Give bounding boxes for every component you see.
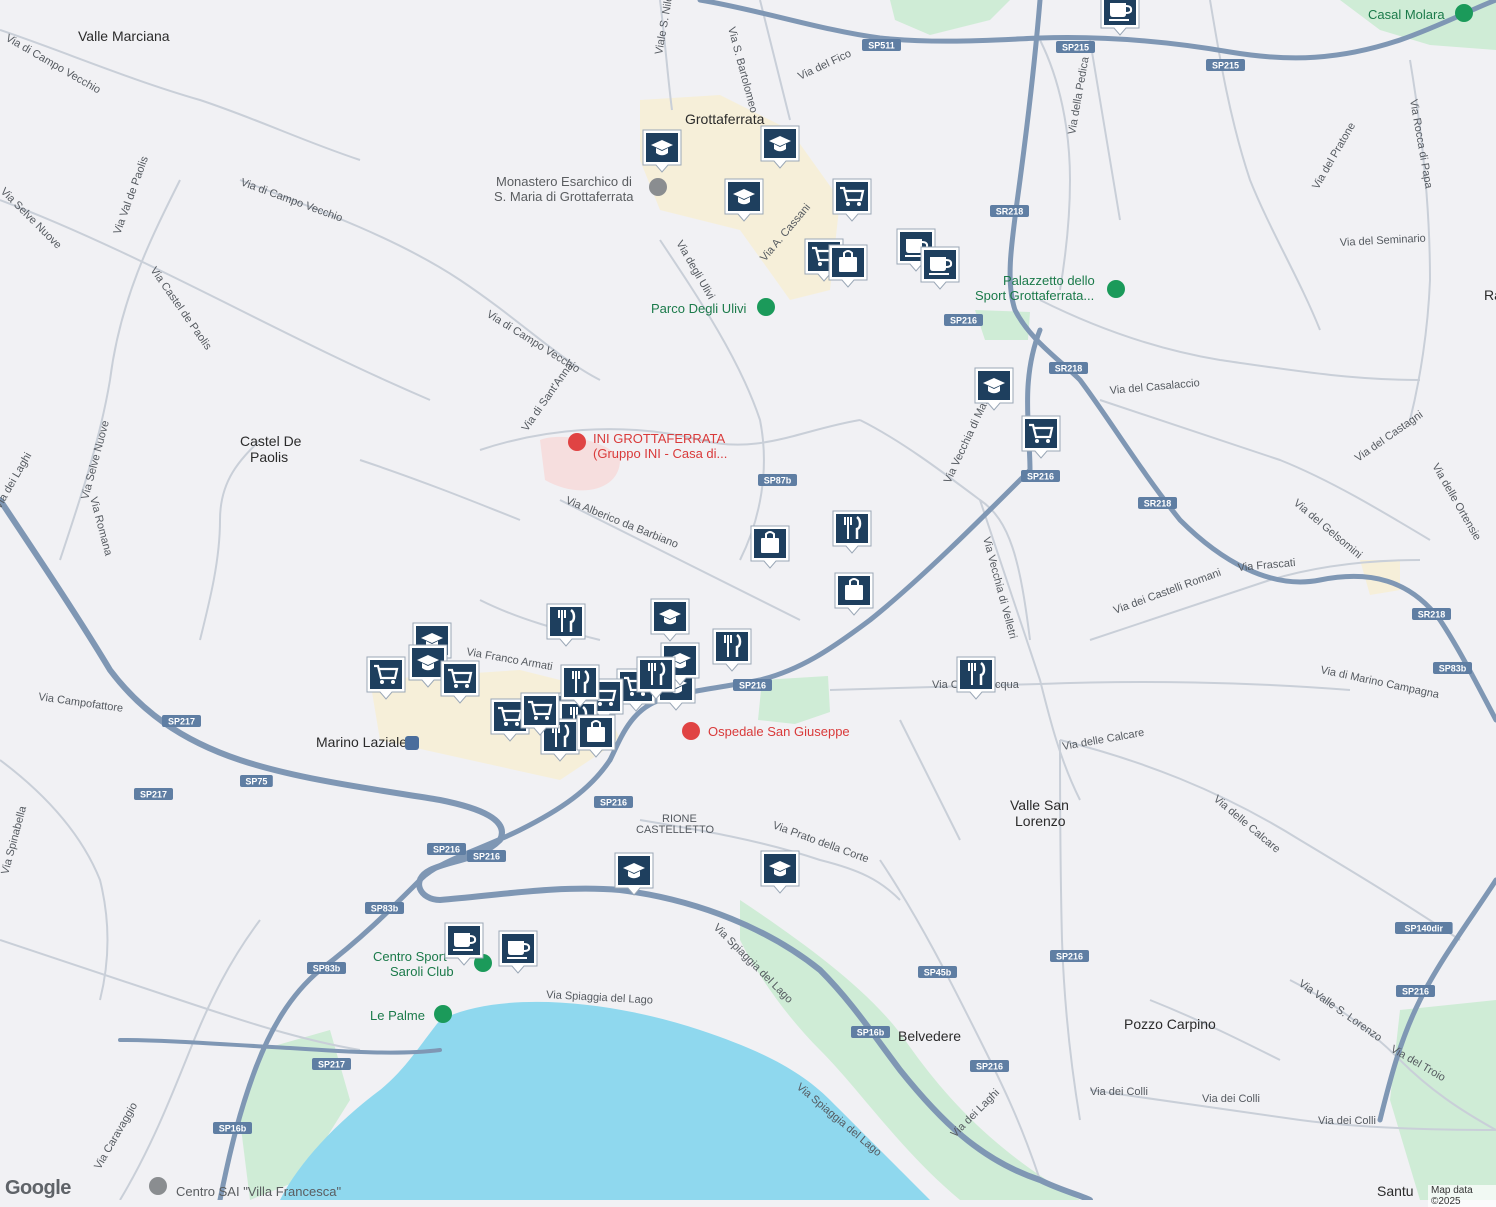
place-ra: Ra: [1484, 287, 1496, 303]
poi-monastero-2: S. Maria di Grottaferrata: [494, 189, 634, 204]
google-logo: Google: [5, 1177, 71, 1199]
road-shield-label: SP216: [1056, 952, 1083, 962]
casal-molara-icon: [1455, 4, 1473, 22]
place-valle-marciana: Valle Marciana: [78, 28, 170, 44]
road-shield: SP83b: [1433, 662, 1472, 674]
road-shield-label: SP75: [245, 777, 267, 787]
train-station-icon: [405, 736, 419, 750]
road-shield-label: SP216: [600, 798, 627, 808]
hospital-icon: [682, 722, 700, 740]
place-rione-2: CASTELLETTO: [636, 824, 714, 836]
poi-parco-ulivi: Parco Degli Ulivi: [651, 301, 746, 316]
place-marino-laziale: Marino Laziale: [316, 734, 407, 750]
road-shield: SP87b: [758, 474, 797, 486]
road-shield: SP511: [862, 39, 901, 51]
road-shield: SR218: [1049, 362, 1088, 374]
road-shield: SP216: [594, 796, 633, 808]
road-shield: SP216: [1050, 950, 1089, 962]
road-shield-label: SP83b: [371, 904, 399, 914]
poi-palazzetto-2: Sport Grottaferrata...: [975, 288, 1094, 303]
poi-monastero-1: Monastero Esarchico di: [496, 174, 632, 189]
place-valle-san-lorenzo-2: Lorenzo: [1015, 813, 1066, 829]
road-shield: SP75: [240, 775, 273, 787]
road-shield: SR218: [1138, 497, 1177, 509]
place-belvedere: Belvedere: [898, 1028, 961, 1044]
road-shield-label: SP216: [739, 681, 766, 691]
road-shield: SP215: [1206, 59, 1245, 71]
road-shield-label: SR218: [996, 207, 1024, 217]
road-shield: SP216: [1396, 985, 1435, 997]
poi-centro-sport-2: Saroli Club: [390, 964, 454, 979]
road-shield-label: SP16b: [219, 1124, 247, 1134]
road-shield: SP216: [733, 679, 772, 691]
road-shield: SP140dir: [1395, 922, 1453, 934]
road-shield: SP45b: [918, 966, 957, 978]
place-castel-de-paolis-2: Paolis: [250, 449, 288, 465]
road-shield-label: SP216: [950, 316, 977, 326]
road-shield-label: SP217: [318, 1060, 345, 1070]
road-shield-label: SP216: [976, 1062, 1003, 1072]
road-shield: SP83b: [365, 902, 404, 914]
road-shield-label: SP216: [433, 845, 460, 855]
road-shield: SP217: [312, 1058, 351, 1070]
road-shield: SP216: [467, 850, 506, 862]
sports-icon: [1107, 280, 1125, 298]
road-shield-label: SR218: [1418, 610, 1446, 620]
road-shield-label: SP217: [140, 790, 167, 800]
road-shield: SP16b: [213, 1122, 252, 1134]
street-label: Via dei Colli: [1202, 1093, 1260, 1105]
road-shield: SP216: [970, 1060, 1009, 1072]
road-shield-label: SP215: [1062, 43, 1089, 53]
place-grottaferrata: Grottaferrata: [685, 111, 765, 127]
monastery-icon: [649, 178, 667, 196]
road-shield-label: SR218: [1144, 499, 1172, 509]
road-shield-label: SP140dir: [1405, 924, 1444, 934]
place-casal-molara: Casal Molara: [1368, 7, 1445, 22]
road-shield-label: SP217: [168, 717, 195, 727]
road-shield: SP216: [1021, 470, 1060, 482]
poi-le-palme: Le Palme: [370, 1008, 425, 1023]
street-label: Via dei Colli: [1318, 1115, 1376, 1127]
map-canvas[interactable]: Valle Marciana Grottaferrata Casal Molar…: [0, 0, 1496, 1200]
road-shield-label: SP216: [1402, 987, 1429, 997]
hospital-icon: [568, 433, 586, 451]
road-shield: SP16b: [851, 1026, 890, 1038]
place-pozzo-carpino: Pozzo Carpino: [1124, 1016, 1216, 1032]
road-shield-label: SP16b: [857, 1028, 885, 1038]
road-shield: SP215: [1056, 41, 1095, 53]
road-shield: SR218: [990, 205, 1029, 217]
poi-centro-sport-1: Centro Sport: [373, 949, 447, 964]
road-shield-label: SP216: [473, 852, 500, 862]
road-shield: SP217: [134, 788, 173, 800]
beach-icon: [434, 1005, 452, 1023]
road-shield: SP83b: [307, 962, 346, 974]
road-shield-label: SP511: [868, 41, 895, 51]
road-shield: SP217: [162, 715, 201, 727]
road-shield-label: SR218: [1055, 364, 1083, 374]
poi-ini-2: (Gruppo INI - Casa di...: [593, 446, 727, 461]
road-shield-label: SP45b: [924, 968, 952, 978]
poi-palazzetto-1: Palazzetto dello: [1003, 273, 1095, 288]
place-castel-de-paolis-1: Castel De: [240, 433, 302, 449]
poi-ini-1: INI GROTTAFERRATA: [593, 431, 725, 446]
road-shield: SP216: [427, 843, 466, 855]
map-attribution: Map data ©2025: [1428, 1185, 1496, 1207]
poi-centro-sai: Centro SAI "Villa Francesca": [176, 1184, 341, 1199]
road-shield-label: SP87b: [764, 476, 792, 486]
center-icon: [149, 1177, 167, 1195]
road-shield: SR218: [1412, 608, 1451, 620]
poi-ospedale: Ospedale San Giuseppe: [708, 724, 850, 739]
road-shield-label: SP215: [1212, 61, 1239, 71]
road-shield: SP216: [944, 314, 983, 326]
road-shield-label: SP83b: [313, 964, 341, 974]
street-label: Via dei Colli: [1090, 1086, 1148, 1098]
place-santu: Santu: [1377, 1183, 1414, 1199]
park-icon: [757, 298, 775, 316]
road-shield-label: SP83b: [1439, 664, 1467, 674]
road-shield-label: SP216: [1027, 472, 1054, 482]
place-valle-san-lorenzo-1: Valle San: [1010, 797, 1069, 813]
